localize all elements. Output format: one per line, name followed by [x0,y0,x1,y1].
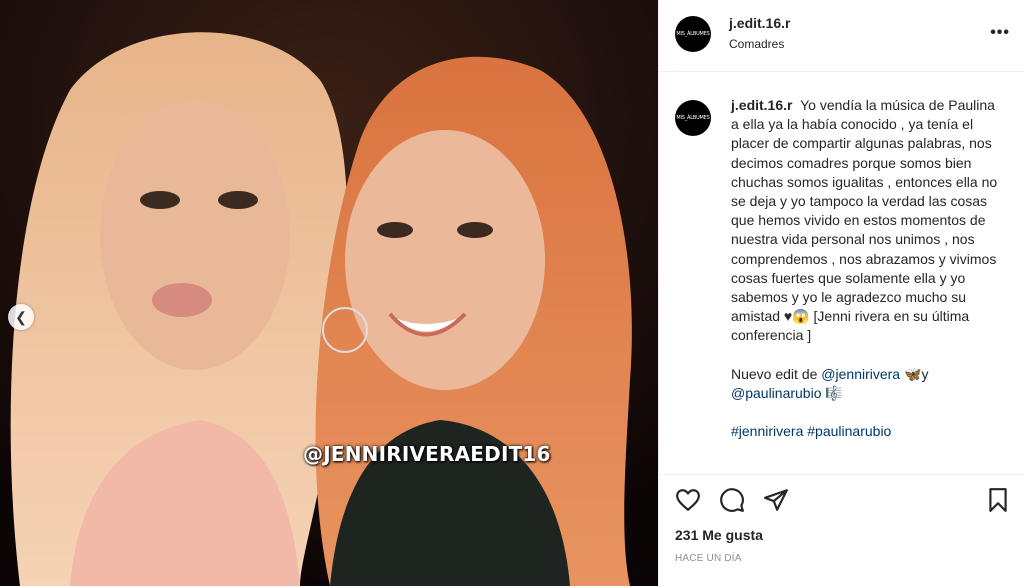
avatar-logo-text: MIS_ÁLBUMES [676,31,710,37]
mention-jennirivera[interactable]: @jennirivera [821,366,900,382]
chevron-left-icon: ❮ [15,308,27,325]
post-details-panel: MIS_ÁLBUMES j.edit.16.r Comadres ••• MIS… [658,0,1024,586]
caption-edit-line: Nuevo edit de @jennirivera 🦋y @paulinaru… [731,365,1003,403]
hashtag-jennirivera[interactable]: #jennirivera [731,423,803,439]
connector-text: y [921,365,929,382]
hashtag-paulinarubio[interactable]: #paulinarubio [807,423,891,439]
comment-icon[interactable] [719,487,745,513]
post-photo[interactable]: ❮ @JENNIRIVERAEDIT16 [0,0,658,586]
likes-count[interactable]: 231 Me gusta [675,527,763,543]
post-timestamp[interactable]: HACE UN DÍA [675,553,742,564]
mention-paulinarubio[interactable]: @paulinarubio [731,385,822,401]
post-footer: 231 Me gusta HACE UN DÍA [659,474,1024,587]
avatar-logo-text: MIS_ÁLBUMES [676,115,710,121]
avatar[interactable]: MIS_ÁLBUMES [675,16,711,52]
bookmark-icon[interactable] [985,487,1011,513]
caption: j.edit.16.r Yo vendía la música de Pauli… [731,96,1003,441]
heart-icon[interactable] [675,487,701,513]
previous-image-button[interactable]: ❮ [8,304,34,330]
caption-username[interactable]: j.edit.16.r [731,97,792,113]
caption-area: MIS_ÁLBUMES j.edit.16.r Yo vendía la mús… [659,72,1024,474]
caption-text-block: j.edit.16.r Yo vendía la música de Pauli… [731,96,1003,346]
more-options-icon[interactable]: ••• [990,24,1010,42]
location-link[interactable]: Comadres [729,37,784,51]
butterfly-icon: 🦋 [904,365,922,382]
post-header: MIS_ÁLBUMES j.edit.16.r Comadres ••• [659,0,1024,72]
edit-prefix: Nuevo edit de [731,365,818,382]
photo-watermark: @JENNIRIVERAEDIT16 [303,442,551,466]
caption-avatar[interactable]: MIS_ÁLBUMES [675,100,711,136]
caption-text: Yo vendía la música de Paulina a ella ya… [731,97,998,344]
caption-hashtags: #jennirivera #paulinarubio [731,422,1003,441]
username-link[interactable]: j.edit.16.r [729,15,790,31]
share-icon[interactable] [763,487,789,513]
photo-illustration [0,0,658,586]
music-icon: 🎼 [825,384,843,401]
action-bar [675,487,789,513]
